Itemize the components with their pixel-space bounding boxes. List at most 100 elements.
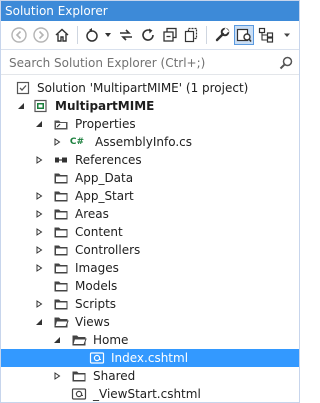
back-button[interactable] xyxy=(9,25,29,45)
csharp-file-icon: C# xyxy=(69,137,85,147)
class-view-button[interactable] xyxy=(256,25,276,45)
expanded-triangle-icon[interactable] xyxy=(33,115,45,133)
razor-file-icon xyxy=(71,386,87,402)
tree-item-references[interactable]: References xyxy=(1,151,299,169)
tree-item-label: Areas xyxy=(75,207,109,221)
tree-item-properties[interactable]: Properties xyxy=(1,115,299,133)
chevron-down-icon xyxy=(284,33,291,37)
solution-icon xyxy=(15,80,31,96)
tree-item-label: App_Start xyxy=(75,189,134,203)
tree-item-label: Properties xyxy=(75,117,136,131)
tree-item-label: References xyxy=(75,153,142,167)
collapsed-triangle-icon[interactable] xyxy=(33,241,45,259)
collapsed-triangle-icon[interactable] xyxy=(51,133,63,151)
back-icon xyxy=(11,27,27,43)
tree-item-label: _ViewStart.cshtml xyxy=(93,387,201,401)
folder-icon xyxy=(53,260,69,276)
pending-changes-filter-button[interactable] xyxy=(83,25,114,45)
folder-icon xyxy=(53,206,69,222)
refresh-icon xyxy=(142,28,154,41)
folder-icon xyxy=(53,296,69,312)
folder-icon xyxy=(53,188,69,204)
forward-button[interactable] xyxy=(31,25,51,45)
folder-icon xyxy=(53,278,69,294)
tree-item-images[interactable]: Images xyxy=(1,259,299,277)
home-icon xyxy=(55,28,69,42)
tree-item-label: MultipartMIME xyxy=(55,99,155,113)
search-icon xyxy=(279,56,293,70)
solution-tree: Solution 'MultipartMIME' (1 project) Mul… xyxy=(1,79,299,402)
tree-item-home[interactable]: Home xyxy=(1,331,299,349)
collapsed-triangle-icon[interactable] xyxy=(33,151,45,169)
folder-icon xyxy=(53,224,69,240)
toolbar xyxy=(1,21,299,50)
collapse-all-button[interactable] xyxy=(160,25,180,45)
collapsed-triangle-icon[interactable] xyxy=(33,259,45,277)
toolbar-separator xyxy=(77,26,79,44)
tree-item-index-cshtml[interactable]: Index.cshtml xyxy=(1,349,299,367)
toolbar-dropdown-button[interactable] xyxy=(277,25,297,45)
tree-item-label: Controllers xyxy=(75,243,141,257)
properties-icon xyxy=(215,27,230,42)
tree-item-scripts[interactable]: Scripts xyxy=(1,295,299,313)
properties-button[interactable] xyxy=(212,25,232,45)
preview-selected-items-icon xyxy=(236,28,252,42)
toolbar-separator xyxy=(206,26,208,44)
open-folder-icon xyxy=(53,314,69,330)
collapsed-triangle-icon[interactable] xyxy=(33,205,45,223)
folder-icon xyxy=(53,170,69,186)
collapsed-triangle-icon[interactable] xyxy=(33,295,45,313)
tree-item-label: Shared xyxy=(93,369,136,383)
tree-item-label: Content xyxy=(75,225,123,239)
tree-item-views[interactable]: Views xyxy=(1,313,299,331)
razor-file-icon xyxy=(89,350,105,366)
tree-item-label: Views xyxy=(75,315,110,329)
tree-item-solution[interactable]: Solution 'MultipartMIME' (1 project) xyxy=(1,79,299,97)
properties-folder-icon xyxy=(53,116,69,132)
web-project-icon xyxy=(33,98,49,114)
sync-with-active-document-icon xyxy=(120,29,133,41)
expanded-triangle-icon[interactable] xyxy=(33,313,45,331)
tree-item-label: Index.cshtml xyxy=(111,351,189,365)
collapsed-triangle-icon[interactable] xyxy=(33,187,45,205)
tree-item-shared[interactable]: Shared xyxy=(1,367,299,385)
forward-icon xyxy=(32,27,49,43)
home-button[interactable] xyxy=(52,25,72,45)
search-input[interactable] xyxy=(9,56,269,70)
sync-with-active-document-button[interactable] xyxy=(117,25,137,45)
expanded-triangle-icon[interactable] xyxy=(51,331,63,349)
tree-item-areas[interactable]: Areas xyxy=(1,205,299,223)
search-box[interactable] xyxy=(1,52,299,75)
tree-item-label: Models xyxy=(75,279,118,293)
tree-item-project[interactable]: MultipartMIME xyxy=(1,97,299,115)
tree-item-label: Home xyxy=(93,333,129,347)
tree-item-label: Images xyxy=(75,261,119,275)
tree-item-label: Solution 'MultipartMIME' (1 project) xyxy=(37,81,249,95)
class-view-icon xyxy=(258,27,273,43)
preview-selected-items-button[interactable] xyxy=(233,25,254,45)
pending-changes-filter-icon xyxy=(86,28,111,42)
show-all-files-button[interactable] xyxy=(182,25,202,45)
tree-item-assemblyinfo[interactable]: C# AssemblyInfo.cs xyxy=(1,133,299,151)
tree-item-label: Scripts xyxy=(75,297,117,311)
show-all-files-icon xyxy=(185,27,198,43)
window-title: Solution Explorer xyxy=(1,1,299,21)
tree-item-viewstart-cshtml[interactable]: _ViewStart.cshtml xyxy=(1,385,299,402)
folder-icon xyxy=(71,368,87,384)
tree-item-app-data[interactable]: App_Data xyxy=(1,169,299,187)
tree-item-models[interactable]: Models xyxy=(1,277,299,295)
tree-item-label: App_Data xyxy=(75,171,134,185)
references-icon xyxy=(53,152,69,168)
collapse-all-icon xyxy=(163,27,177,42)
expanded-triangle-icon[interactable] xyxy=(15,97,27,115)
folder-icon xyxy=(53,242,69,258)
refresh-button[interactable] xyxy=(138,25,158,45)
open-folder-icon xyxy=(71,332,87,348)
tree-item-label: AssemblyInfo.cs xyxy=(95,135,193,149)
collapsed-triangle-icon[interactable] xyxy=(51,367,63,385)
tree-item-content[interactable]: Content xyxy=(1,223,299,241)
collapsed-triangle-icon[interactable] xyxy=(33,223,45,241)
solution-explorer-window: Solution Explorer Search Solution Explor… xyxy=(0,0,300,403)
tree-item-app-start[interactable]: App_Start xyxy=(1,187,299,205)
tree-item-controllers[interactable]: Controllers xyxy=(1,241,299,259)
